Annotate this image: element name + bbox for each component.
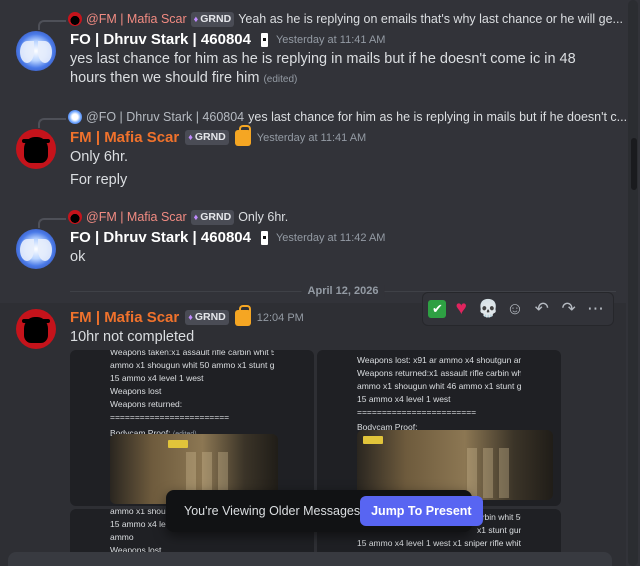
scrollbar-thumb[interactable] <box>631 138 637 190</box>
reply-author[interactable]: @FM | Mafia Scar <box>86 210 187 224</box>
id-card-icon <box>260 32 268 47</box>
heart-reaction-icon[interactable]: ♥ <box>449 297 473 321</box>
avatar[interactable] <box>16 229 56 269</box>
reply-text: Yeah as he is replying on emails that's … <box>238 12 623 26</box>
attachment-text: ammo <box>110 532 134 542</box>
guild-tag[interactable]: ♦ GRND <box>185 310 229 325</box>
reply-avatar <box>68 12 82 26</box>
add-reaction-icon[interactable]: ☺ <box>503 297 527 321</box>
scrollbar-track[interactable] <box>628 0 638 566</box>
reply-avatar <box>68 110 82 124</box>
wing-icon <box>38 41 52 63</box>
timestamp[interactable]: Yesterday at 11:42 AM <box>276 232 385 244</box>
timestamp[interactable]: 12:04 PM <box>257 312 304 324</box>
more-options-icon[interactable]: ⋯ <box>583 297 607 321</box>
image-attachment[interactable]: Weapons taken:x1 assault rifle carbin wh… <box>70 350 314 506</box>
message-input-bar[interactable] <box>8 552 612 566</box>
attachment-text: Weapons taken:x1 assault rifle carbin wh… <box>110 350 274 357</box>
message-header: FM | Mafia Scar ♦ GRND Yesterday at 11:41… <box>70 124 366 146</box>
edited-label: (edited) <box>263 74 298 85</box>
reply-icon[interactable]: ↶ <box>530 297 554 321</box>
reply-text: Only 6hr. <box>238 210 289 224</box>
silhouette-icon <box>24 137 48 163</box>
message-text: yes last chance for him as he is replyin… <box>70 51 576 86</box>
tag-icon: ♦ <box>188 132 193 142</box>
reply-avatar <box>68 210 82 224</box>
attachment-text: Weapons returned:x1 assault rifle carbin… <box>357 368 521 378</box>
tag-label: GRND <box>194 311 226 323</box>
date-label: April 12, 2026 <box>301 285 385 297</box>
id-card-icon <box>260 230 268 245</box>
silhouette-icon <box>24 317 48 343</box>
reply-preview[interactable]: @FO | Dhruv Stark | 460804 yes last chan… <box>68 108 626 126</box>
guild-tag[interactable]: ♦ GRND <box>185 130 229 145</box>
tag-label: GRND <box>194 131 226 143</box>
attachment-text: ======================== <box>357 407 477 417</box>
hud-indicator <box>168 440 188 448</box>
message-text: ok <box>70 249 86 265</box>
guild-tag[interactable]: ♦ GRND <box>190 209 235 225</box>
older-messages-banner: You're Viewing Older Messages Jump To Pr… <box>166 490 483 532</box>
tag-icon: ♦ <box>193 13 199 24</box>
tag-icon: ♦ <box>188 312 193 322</box>
reply-text: yes last chance for him as he is replyin… <box>248 110 626 124</box>
skull-reaction-icon[interactable]: 💀 <box>476 297 500 321</box>
avatar[interactable] <box>16 129 56 169</box>
tag-label: GRND <box>200 210 232 223</box>
locker <box>499 448 509 498</box>
username[interactable]: FM | Mafia Scar <box>70 309 179 326</box>
wing-icon <box>20 41 34 63</box>
tag-label: GRND <box>200 12 232 25</box>
timestamp[interactable]: Yesterday at 11:41 AM <box>257 132 366 144</box>
message-header: FO | Dhruv Stark | 460804 Yesterday at 1… <box>70 229 385 246</box>
reply-connector <box>38 218 66 228</box>
reply-connector <box>38 20 66 30</box>
wing-icon <box>20 239 34 261</box>
reply-preview[interactable]: @FM | Mafia Scar ♦ GRND Only 6hr. <box>68 208 626 226</box>
banner-text: You're Viewing Older Messages <box>184 504 361 518</box>
attachment-text: Weapons lost <box>110 386 162 396</box>
forward-icon[interactable]: ↷ <box>557 297 581 321</box>
chat-view: @FM | Mafia Scar ♦ GRND Yeah as he is rep… <box>0 0 626 566</box>
check-reaction-icon[interactable]: ✔ <box>428 300 447 318</box>
attachment-text: 15 ammo x4 level 1 west <box>110 373 204 383</box>
attachment-text: ======================== <box>110 412 230 422</box>
attachment-text: 15 ammo x4 level 1 west <box>357 394 451 404</box>
avatar[interactable] <box>16 309 56 349</box>
message-actions-toolbar: ✔ ♥ 💀 ☺ ↶ ↷ ⋯ <box>422 292 614 326</box>
hud-indicator <box>363 436 383 444</box>
reply-connector <box>38 118 66 128</box>
jump-to-present-button[interactable]: Jump To Present <box>360 496 483 526</box>
attachment-text: Weapons returned: <box>110 399 183 409</box>
tag-icon: ♦ <box>193 211 199 222</box>
message-text: 10hr not completed <box>70 329 195 345</box>
message-header: FO | Dhruv Stark | 460804 Yesterday at 1… <box>70 31 385 48</box>
username[interactable]: FO | Dhruv Stark | 460804 <box>70 229 251 246</box>
message-header: FM | Mafia Scar ♦ GRND 12:04 PM <box>70 304 304 326</box>
lock-icon <box>234 124 251 146</box>
attachment-text: 15 ammo x4 level 1 west x1 sniper rifle … <box>357 538 521 548</box>
message-text: Only 6hr. <box>70 149 129 165</box>
username[interactable]: FM | Mafia Scar <box>70 129 179 146</box>
reply-author[interactable]: @FO | Dhruv Stark | 460804 <box>86 110 244 124</box>
message-content: yes last chance for him as he is replyin… <box>70 50 610 89</box>
attachment-text: ammo x1 shougun whit 46 ammo x1 stunt gu… <box>357 381 521 391</box>
timestamp[interactable]: Yesterday at 11:41 AM <box>276 34 385 46</box>
reply-preview[interactable]: @FM | Mafia Scar ♦ GRND Yeah as he is rep… <box>68 10 626 28</box>
guild-tag[interactable]: ♦ GRND <box>190 11 235 27</box>
attachment-text: Weapons lost: x91 ar ammo x4 shoutgun am… <box>357 355 521 365</box>
wing-icon <box>38 239 52 261</box>
attachment-text: ammo x1 shougun whit 50 ammo x1 stunt gu… <box>110 360 274 370</box>
reply-author[interactable]: @FM | Mafia Scar <box>86 12 187 26</box>
locker <box>483 448 493 498</box>
message-text: For reply <box>70 172 128 188</box>
lock-icon <box>234 304 251 326</box>
image-attachment[interactable]: Weapons lost: x91 ar ammo x4 shoutgun am… <box>317 350 561 506</box>
username[interactable]: FO | Dhruv Stark | 460804 <box>70 31 251 48</box>
avatar[interactable] <box>16 31 56 71</box>
